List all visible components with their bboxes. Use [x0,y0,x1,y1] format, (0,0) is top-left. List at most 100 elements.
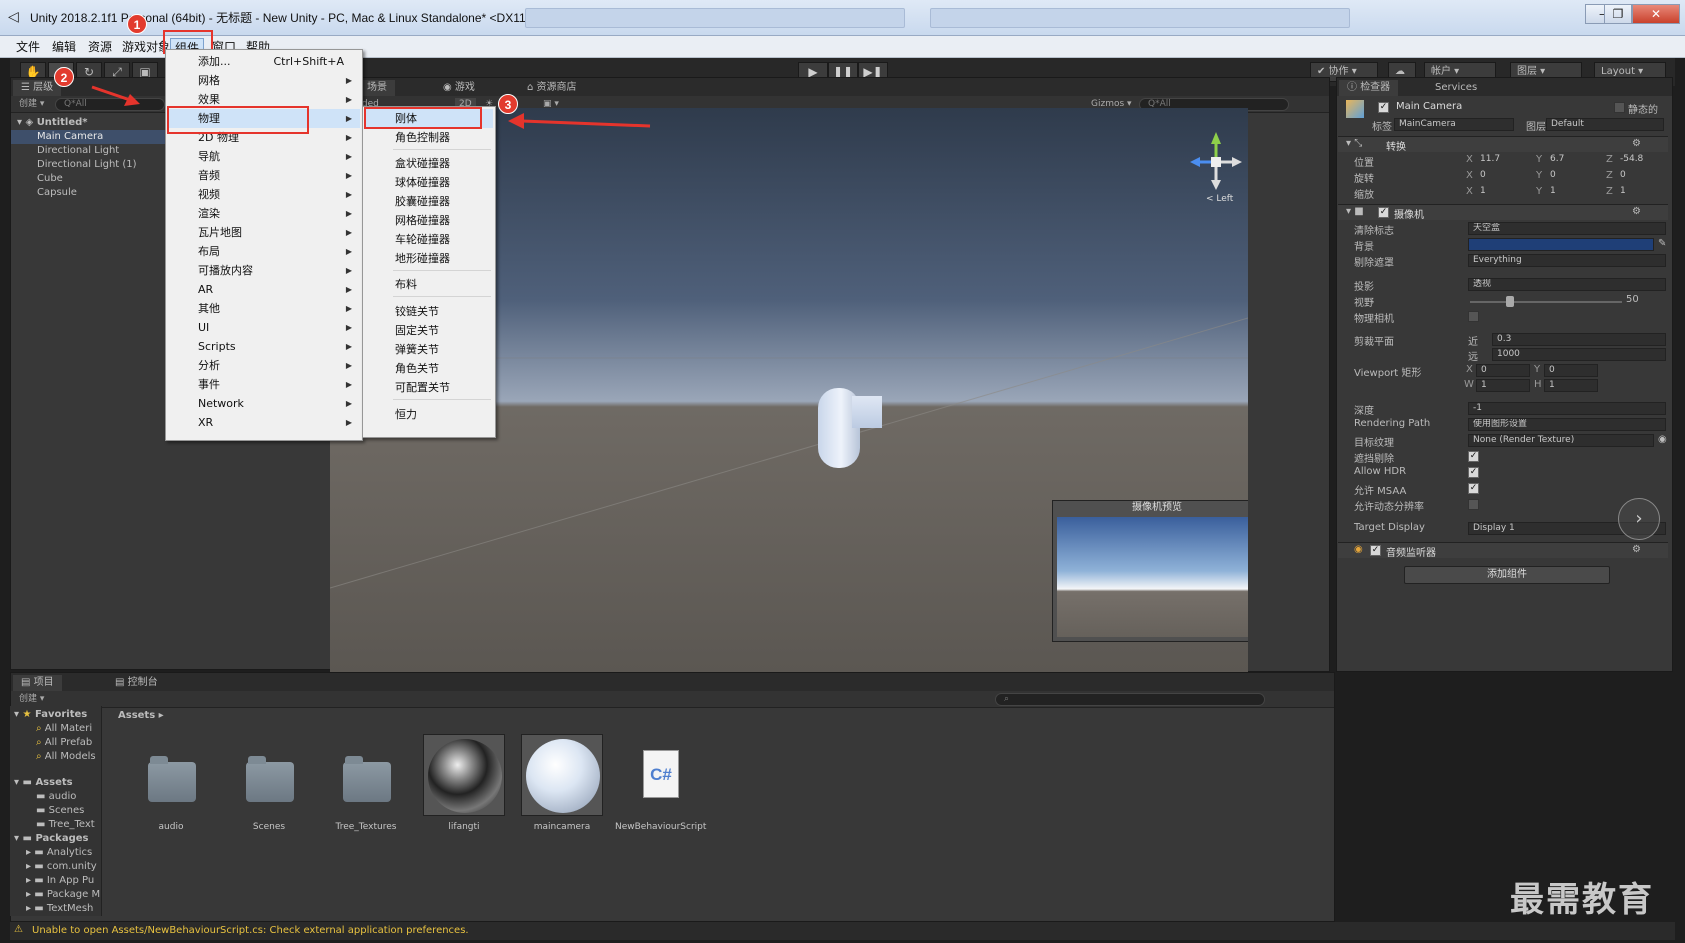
favorites-node[interactable]: ▾ ★ Favorites [14,708,87,722]
camera-icon: ▾ ■ [1346,206,1364,217]
folder-item[interactable]: ▬ audio [36,790,100,804]
object-picker-icon[interactable]: ◉ [1658,434,1667,445]
viewport-x[interactable]: 0 [1476,364,1530,377]
tag-label: 标签 [1372,122,1392,133]
camera-enabled-checkbox[interactable]: ✓ [1378,207,1389,218]
rotation-label: 旋转 [1354,174,1374,185]
package-item[interactable]: ▸ ▬ Analytics [26,846,100,860]
folder-item[interactable]: ▬ Scenes [36,804,100,818]
packages-node[interactable]: ▾ ▬ Packages [14,832,88,846]
near-clip-field[interactable]: 0.3 [1492,333,1666,346]
audio-listener-icon: ◉ [1354,544,1363,555]
package-item[interactable]: ▸ ▬ In App Pu [26,874,100,888]
project-search-input[interactable]: ⌕ [995,693,1265,706]
settings-icon[interactable]: ⚙ [1632,206,1641,217]
target-texture-field[interactable]: None (Render Texture) [1468,434,1654,447]
favorite-item[interactable]: ⌕ All Models [36,750,100,764]
audio-listener-checkbox[interactable]: ✓ [1370,545,1381,556]
object-name-field[interactable]: Main Camera [1396,101,1462,112]
fov-slider[interactable] [1470,301,1622,303]
tag-dropdown[interactable]: MainCamera [1394,118,1514,131]
physical-camera-label: 物理相机 [1354,314,1394,325]
tab-project[interactable]: ▤ 项目 [13,675,62,691]
search-icon: ⌕ [36,737,42,748]
layer-label: 图层 [1526,122,1546,133]
fov-label: 视野 [1354,298,1374,309]
msaa-checkbox[interactable]: ✓ [1468,483,1479,494]
search-icon: ⌕ [36,723,42,734]
position-label: 位置 [1354,158,1374,169]
package-item[interactable]: ▸ ▬ com.unity [26,860,100,874]
viewport-h[interactable]: 1 [1544,379,1598,392]
depth-field[interactable]: -1 [1468,402,1666,415]
position-z[interactable]: -54.8 [1616,154,1670,167]
csharp-file-icon: C# [643,750,679,798]
viewport-label: Viewport 矩形 [1354,368,1422,379]
tab-inspector[interactable]: ⓘ 检查器 [1339,80,1399,96]
scale-x[interactable]: 1 [1476,186,1534,199]
projection-dropdown[interactable]: 透视 [1468,278,1666,291]
projection-label: 投影 [1354,282,1374,293]
fov-slider-handle[interactable] [1506,296,1514,307]
clear-flags-dropdown[interactable]: 天空盒 [1468,222,1666,235]
static-label: 静态的 [1628,105,1658,116]
add-component-button[interactable]: 添加组件 [1404,566,1610,584]
viewport-y[interactable]: 0 [1544,364,1598,377]
status-bar[interactable]: ⚠ Unable to open Assets/NewBehaviourScri… [10,922,1675,940]
search-icon: ⌕ [36,751,42,762]
material-sphere-dark [428,739,502,813]
next-arrow-icon[interactable]: › [1618,498,1660,540]
folder-icon [343,756,391,802]
background-label: 背景 [1354,242,1374,253]
step-badge-3: 3 [498,94,518,114]
audio-listener-header[interactable]: ◉ ✓ 音频监听器 ⚙ [1338,542,1668,559]
scale-y[interactable]: 1 [1546,186,1604,199]
assets-breadcrumb[interactable]: Assets ▸ [118,710,164,721]
rotation-x[interactable]: 0 [1476,170,1534,183]
tab-console[interactable]: ▤ 控制台 [107,675,166,691]
rotation-z[interactable]: 0 [1616,170,1670,183]
settings-icon[interactable]: ⚙ [1632,138,1641,149]
favorite-item[interactable]: ⌕ All Materi [36,722,100,736]
hdr-label: Allow HDR [1354,466,1407,477]
project-tree: ▾ ★ Favorites ⌕ All Materi ⌕ All Prefab … [10,706,102,916]
depth-label: 深度 [1354,406,1374,417]
package-item[interactable]: ▸ ▬ TextMesh [26,902,100,914]
viewport-w[interactable]: 1 [1476,379,1530,392]
folder-item[interactable]: ▬ Tree_Text [36,818,100,832]
culling-mask-dropdown[interactable]: Everything [1468,254,1666,267]
hdr-checkbox[interactable]: ✓ [1468,467,1479,478]
settings-icon[interactable]: ⚙ [1632,544,1641,555]
transform-header[interactable]: ▾ ⤡ 转换 ⚙ [1338,136,1668,153]
occlusion-label: 遮挡剔除 [1354,454,1394,465]
layer-dropdown[interactable]: Default [1546,118,1664,131]
package-item[interactable]: ▸ ▬ Package M [26,888,100,902]
rendering-path-dropdown[interactable]: 使用图形设置 [1468,418,1666,431]
assets-node[interactable]: ▾ ▬ Assets [14,776,73,790]
background-color-swatch[interactable] [1468,238,1654,251]
camera-header[interactable]: ▾ ■ ✓ 摄像机 ⚙ [1338,204,1668,221]
scale-z[interactable]: 1 [1616,186,1670,199]
position-x[interactable]: 11.7 [1476,154,1534,167]
far-clip-field[interactable]: 1000 [1492,348,1666,361]
folder-icon [148,756,196,802]
step-badge-2: 2 [54,67,74,87]
favorite-item[interactable]: ⌕ All Prefab [36,736,100,750]
eyedropper-icon[interactable]: ✎ [1658,238,1666,249]
culling-mask-label: 剔除遮罩 [1354,258,1394,269]
dynamic-resolution-checkbox[interactable] [1468,499,1479,510]
tab-services[interactable]: Services [1427,80,1485,96]
occlusion-checkbox[interactable]: ✓ [1468,451,1479,462]
physical-camera-checkbox[interactable] [1468,311,1479,322]
near-label: 近 [1468,337,1478,348]
watermark: 最需教育 [1510,880,1654,920]
fov-value[interactable]: 50 [1626,294,1639,305]
rotation-y[interactable]: 0 [1546,170,1604,183]
dynamic-resolution-label: 允许动态分辨率 [1354,502,1424,513]
rendering-path-label: Rendering Path [1354,418,1431,429]
position-y[interactable]: 6.7 [1546,154,1604,167]
object-active-checkbox[interactable]: ✓ [1378,102,1389,113]
msaa-label: 允许 MSAA [1354,486,1407,497]
static-checkbox[interactable] [1614,102,1625,113]
project-create-button[interactable]: 创建 ▾ [15,693,48,706]
